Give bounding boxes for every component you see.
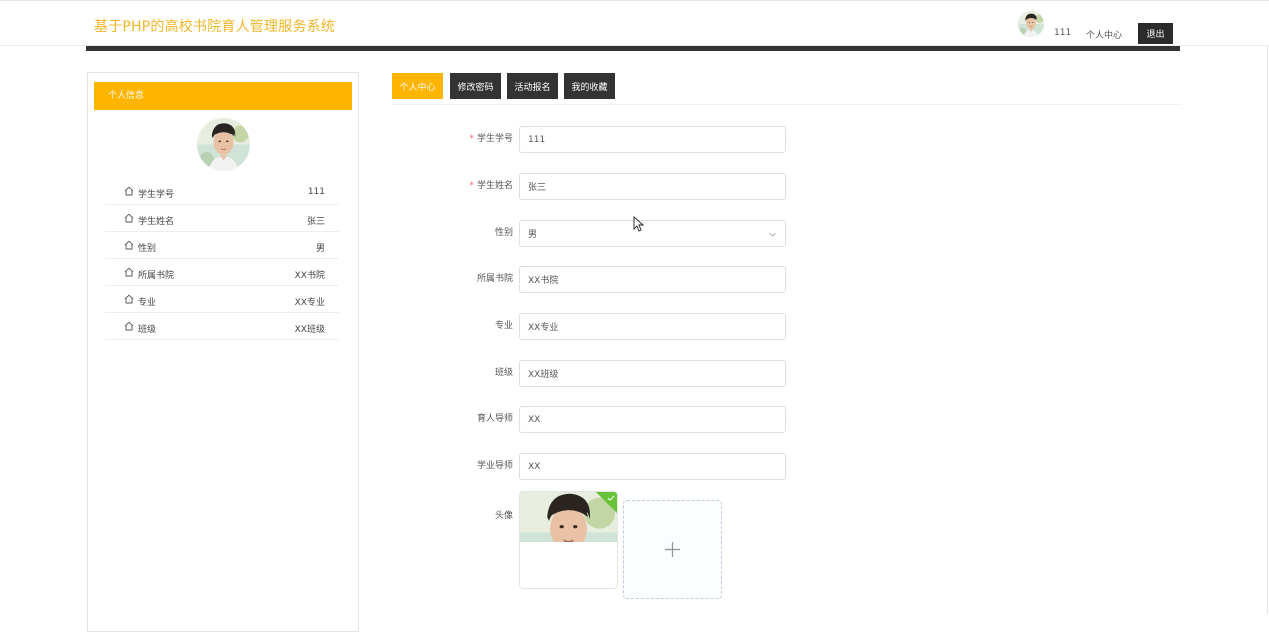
page-edge-divider <box>1267 46 1268 614</box>
info-value: XX书院 <box>294 271 325 281</box>
tab-activity-signup[interactable]: 活动报名 <box>507 73 558 99</box>
form-row-class: 班级 <box>440 360 786 387</box>
header-divider <box>86 46 1180 51</box>
info-value: 张三 <box>306 217 325 227</box>
gender-label: 性别 <box>494 228 513 238</box>
info-label: 学生学号 <box>138 190 175 200</box>
tab-my-favorites[interactable]: 我的收藏 <box>564 73 615 99</box>
home-icon <box>124 321 134 331</box>
info-value: XX班级 <box>294 325 325 335</box>
home-icon <box>124 186 134 196</box>
form-row-student-name: * 学生姓名 <box>440 173 786 200</box>
info-label: 学生姓名 <box>138 217 175 227</box>
plus-icon <box>665 542 680 557</box>
info-row-class: 班级 XX班级 <box>105 313 339 340</box>
mentor-input[interactable] <box>519 406 786 433</box>
major-input[interactable] <box>519 313 786 340</box>
form-row-academic-tutor: 学业导师 <box>440 453 786 480</box>
home-icon <box>124 267 134 277</box>
required-mark: * <box>469 134 474 144</box>
check-icon <box>607 495 615 501</box>
gender-select-value: 男 <box>528 230 538 240</box>
info-label: 专业 <box>138 298 157 308</box>
academy-input[interactable] <box>519 266 786 293</box>
student-name-input[interactable] <box>519 173 786 200</box>
info-value: XX专业 <box>294 298 325 308</box>
class-label: 班级 <box>494 368 513 378</box>
info-value: 111 <box>307 187 325 197</box>
tab-change-password[interactable]: 修改密码 <box>450 73 501 99</box>
avatar-upload-button[interactable] <box>623 500 722 599</box>
info-list: 学生学号 111 学生姓名 张三 性别 男 所属书院 XX书院 专业 XX专业 … <box>105 178 339 340</box>
info-row-gender: 性别 男 <box>105 232 339 259</box>
profile-info-panel: 个人信息 学生学号 111 学生姓名 张三 性别 男 所属书院 XX书院 专业 … <box>87 72 359 632</box>
form-row-major: 专业 <box>440 313 786 340</box>
student-id-input[interactable] <box>519 126 786 153</box>
home-icon <box>124 294 134 304</box>
cursor-icon <box>633 216 644 232</box>
tab-underline <box>392 104 1182 105</box>
username: 111 <box>1054 28 1072 38</box>
avatar-label: 头像 <box>494 511 513 521</box>
student-id-label: * 学生学号 <box>440 126 513 153</box>
form-row-student-id: * 学生学号 <box>440 126 786 153</box>
user-avatar[interactable] <box>1018 11 1044 37</box>
home-icon <box>124 213 134 223</box>
panel-title: 个人信息 <box>94 82 352 110</box>
uploaded-avatar-card[interactable] <box>519 491 618 589</box>
info-label: 所属书院 <box>138 271 175 281</box>
academic-tutor-input[interactable] <box>519 453 786 480</box>
site-title[interactable]: 基于PHP的高校书院育人管理服务系统 <box>94 16 335 36</box>
info-row-academy: 所属书院 XX书院 <box>105 259 339 286</box>
student-id-label-text: 学生学号 <box>476 134 513 144</box>
info-label: 性别 <box>138 244 157 254</box>
info-row-student-id: 学生学号 111 <box>105 178 339 205</box>
form-row-gender: 性别 男 <box>440 220 786 247</box>
info-label: 班级 <box>138 325 157 335</box>
profile-avatar <box>197 118 250 171</box>
logout-button[interactable]: 退出 <box>1138 23 1173 44</box>
user-center-link[interactable]: 个人中心 <box>1086 28 1122 41</box>
info-row-student-name: 学生姓名 张三 <box>105 205 339 232</box>
form-row-academy: 所属书院 <box>440 266 786 293</box>
home-icon <box>124 240 134 250</box>
student-name-label-text: 学生姓名 <box>476 181 513 191</box>
required-mark: * <box>469 181 474 191</box>
major-label: 专业 <box>494 321 513 331</box>
gender-select[interactable]: 男 <box>519 220 786 247</box>
class-input[interactable] <box>519 360 786 387</box>
student-name-label: * 学生姓名 <box>440 173 513 200</box>
mentor-label: 育人导师 <box>476 414 513 424</box>
info-value: 男 <box>315 244 325 254</box>
academic-tutor-label: 学业导师 <box>476 461 513 471</box>
academy-label: 所属书院 <box>476 274 513 284</box>
info-row-major: 专业 XX专业 <box>105 286 339 313</box>
form-row-mentor: 育人导师 <box>440 406 786 433</box>
top-header: 基于PHP的高校书院育人管理服务系统 111 个人中心 退出 <box>0 0 1269 46</box>
chevron-down-icon <box>769 232 776 237</box>
tab-user-center[interactable]: 个人中心 <box>392 73 443 99</box>
